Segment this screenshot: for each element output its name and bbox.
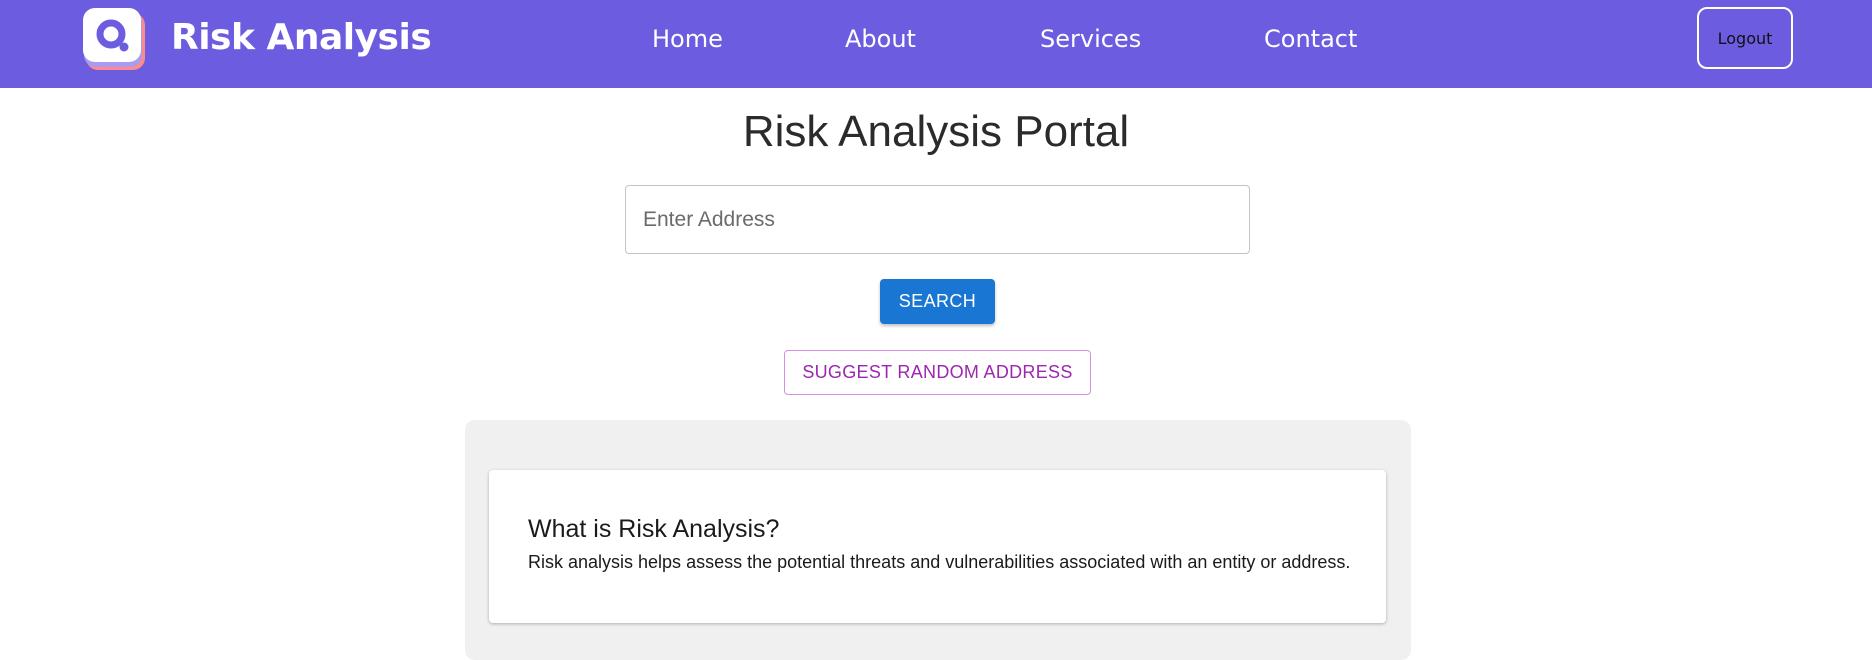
top-navbar: Risk Analysis Home About Services Contac…	[0, 0, 1872, 88]
nav-link-contact[interactable]: Contact	[1264, 22, 1357, 56]
info-description: Risk analysis helps assess the potential…	[528, 552, 1351, 572]
info-heading: What is Risk Analysis?	[528, 515, 780, 543]
search-chat-icon[interactable]	[83, 8, 145, 70]
nav-link-about[interactable]: About	[845, 22, 916, 56]
nav-link-services[interactable]: Services	[1040, 22, 1141, 56]
address-input[interactable]	[625, 185, 1250, 254]
page-title: Risk Analysis Portal	[742, 107, 1130, 156]
info-card: What is Risk Analysis? Risk analysis hel…	[489, 470, 1386, 623]
suggest-random-address-button[interactable]: SUGGEST RANDOM ADDRESS	[784, 350, 1091, 395]
brand-name[interactable]: Risk Analysis	[171, 14, 432, 62]
logout-button[interactable]: Logout	[1697, 7, 1793, 69]
nav-link-home[interactable]: Home	[652, 22, 723, 56]
search-button[interactable]: SEARCH	[880, 279, 995, 324]
